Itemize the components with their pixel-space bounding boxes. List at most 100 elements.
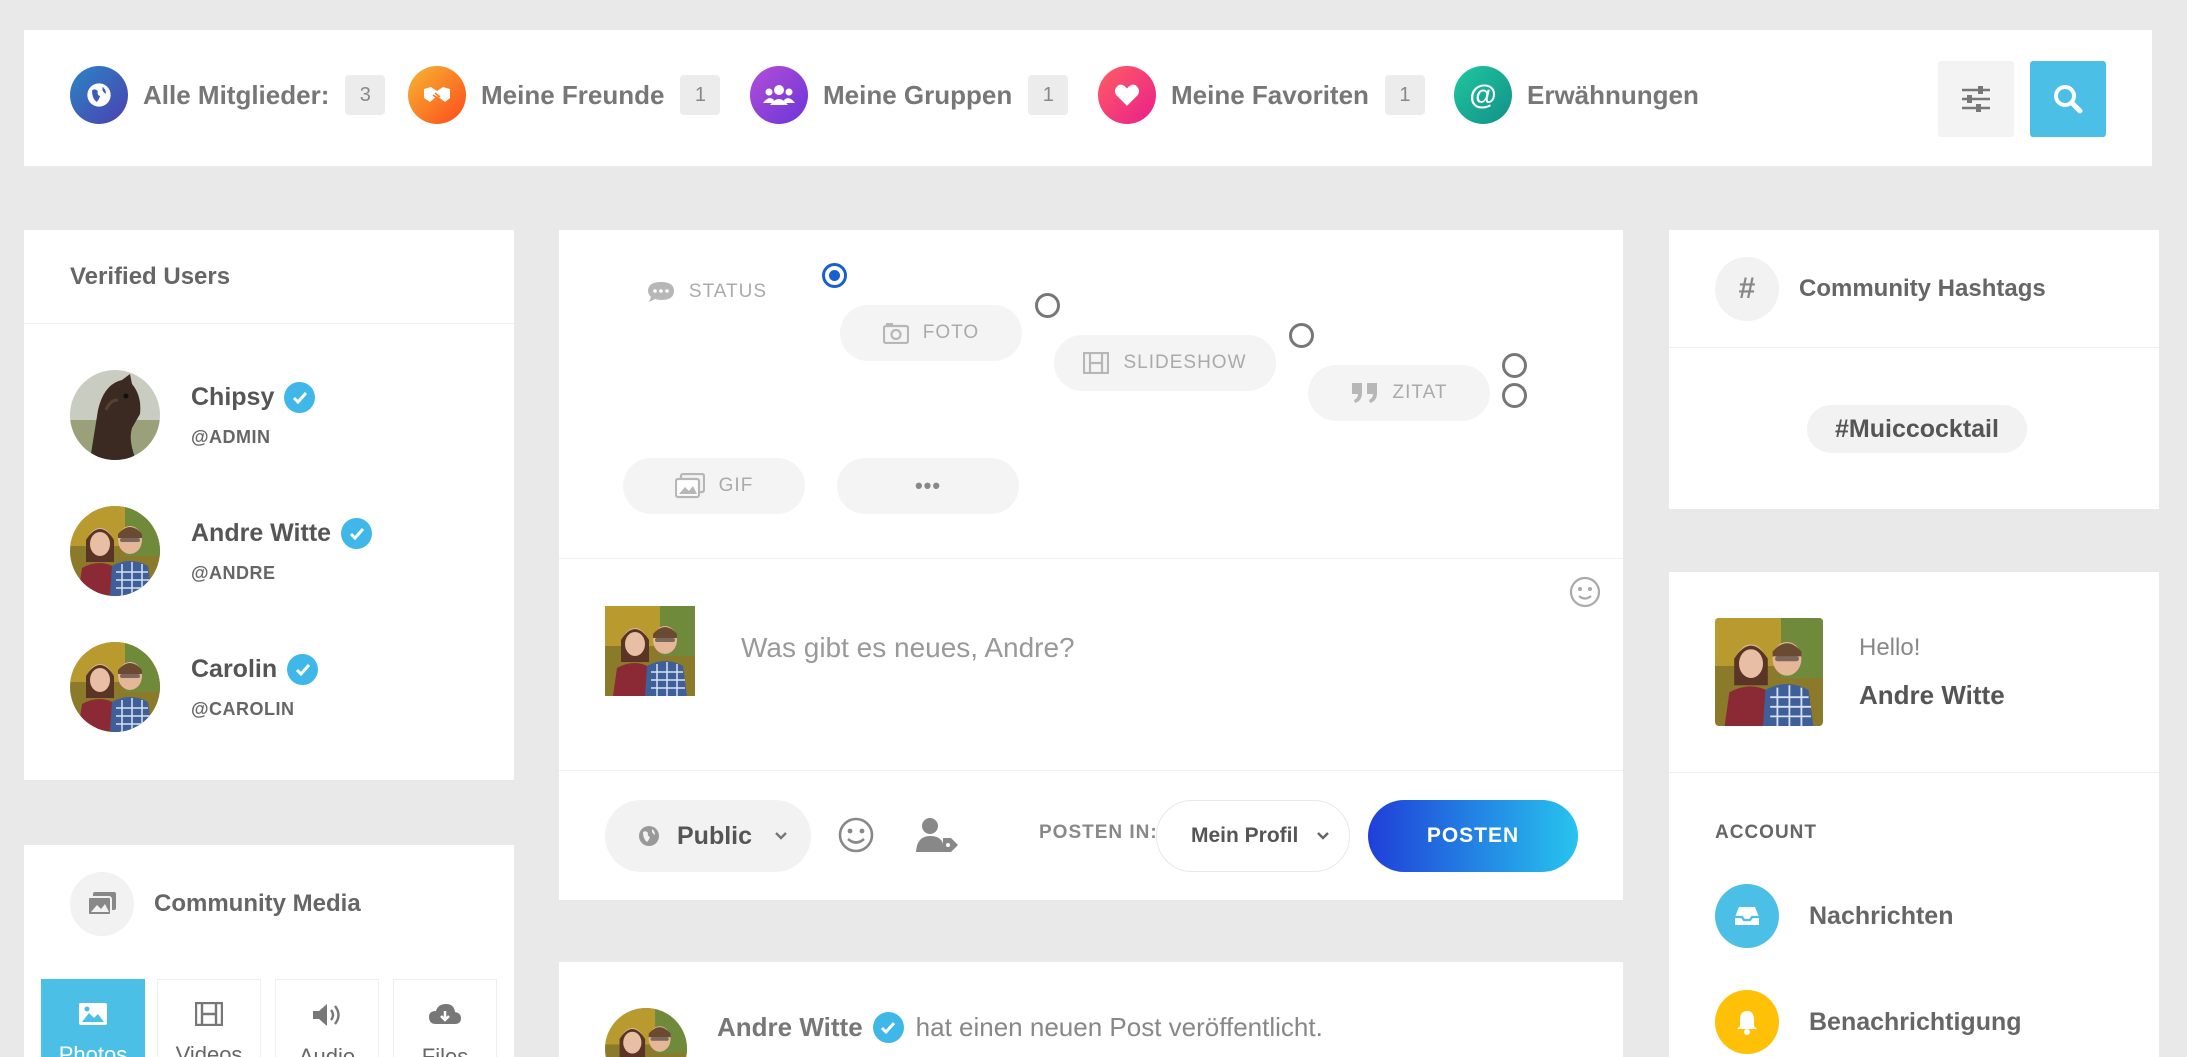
tab-videos[interactable]: Videos — [157, 979, 261, 1057]
community-hashtags-widget: # Community Hashtags #Muiccocktail — [1669, 230, 2159, 509]
verified-check-icon — [341, 518, 373, 549]
nav-label: Erwähnungen — [1527, 79, 1699, 110]
film-icon — [195, 1002, 223, 1026]
count-badge: 1 — [1384, 75, 1425, 115]
speech-bubble-icon — [647, 282, 674, 302]
widget-title: Community Media — [154, 890, 361, 917]
emoji-button[interactable] — [837, 816, 875, 859]
divider — [559, 558, 1623, 559]
heart-icon — [1098, 66, 1156, 124]
nav-label: Alle Mitglieder: — [143, 79, 330, 110]
post-submit-button[interactable]: POSTEN — [1368, 800, 1578, 872]
verified-check-icon — [287, 654, 319, 685]
radio-gif[interactable] — [1502, 383, 1527, 408]
top-navigation: Alle Mitglieder: 3 Meine Freunde 1 Meine… — [24, 30, 2152, 166]
verified-check-icon — [872, 1012, 904, 1043]
avatar[interactable] — [1715, 618, 1823, 726]
post-type-zitat[interactable]: ZITAT — [1308, 365, 1490, 421]
greeting: Hello! — [1859, 634, 1921, 661]
photo-icon — [79, 1003, 107, 1025]
nav-mentions[interactable]: @ Erwähnungen — [1454, 66, 1699, 124]
verified-user-item[interactable]: Chipsy @ADMIN — [70, 370, 316, 460]
radio-status[interactable] — [822, 263, 847, 288]
chevron-down-icon — [1317, 832, 1330, 840]
nav-label: Meine Gruppen — [823, 79, 1013, 110]
avatar[interactable] — [605, 1008, 687, 1057]
user-name[interactable]: Chipsy — [191, 383, 274, 412]
post-in-select[interactable]: Mein Profil — [1156, 800, 1350, 872]
post-type-status[interactable]: STATUS — [617, 264, 797, 320]
tab-photos[interactable]: Photos — [41, 979, 145, 1057]
hashtag-chip[interactable]: #Muiccocktail — [1807, 405, 2027, 453]
avatar[interactable] — [70, 370, 160, 460]
tag-user-button[interactable] — [915, 816, 959, 859]
post-type-more[interactable]: ••• — [837, 458, 1019, 514]
hashtag-icon: # — [1715, 256, 1779, 321]
account-name[interactable]: Andre Witte — [1859, 680, 2005, 711]
radio-foto[interactable] — [1035, 293, 1060, 318]
verified-users-widget: Verified Users Chipsy @ADMIN Andre Witte… — [24, 230, 514, 780]
section-title: ACCOUNT — [1715, 822, 1817, 843]
handshake-icon — [408, 66, 466, 124]
widget-title: Community Hashtags — [1799, 274, 2046, 302]
quote-icon — [1351, 383, 1377, 403]
post-composer: STATUS FOTO SLIDESHOW ZITAT GIF ••• Was … — [559, 230, 1623, 900]
camera-icon — [882, 323, 909, 344]
widget-title: Verified Users — [24, 230, 514, 324]
more-icon: ••• — [914, 473, 942, 498]
privacy-select[interactable]: Public — [605, 800, 811, 872]
user-name[interactable]: Andre Witte — [191, 519, 331, 548]
smile-icon — [838, 817, 874, 853]
nav-my-favorites[interactable]: Meine Favoriten 1 — [1098, 66, 1425, 124]
post-input[interactable]: Was gibt es neues, Andre? — [741, 632, 1075, 664]
divider — [1669, 772, 2159, 773]
post-author[interactable]: Andre Witte — [717, 1012, 863, 1043]
user-name[interactable]: Carolin — [191, 655, 277, 684]
emoji-icon[interactable] — [1569, 576, 1601, 613]
avatar[interactable] — [70, 642, 160, 732]
sliders-icon — [1962, 86, 1990, 112]
count-badge: 3 — [345, 75, 386, 115]
post-type-gif[interactable]: GIF — [623, 458, 805, 514]
user-tag-icon — [916, 818, 958, 852]
verified-user-item[interactable]: Andre Witte @ANDRE — [70, 506, 373, 596]
verified-user-item[interactable]: Carolin @CAROLIN — [70, 642, 319, 732]
user-handle: @ADMIN — [191, 427, 271, 447]
menu-item-notifications[interactable]: Benachrichtigung — [1715, 990, 2022, 1054]
avatar[interactable] — [70, 506, 160, 596]
speaker-icon — [313, 1004, 340, 1026]
nav-my-groups[interactable]: Meine Gruppen 1 — [750, 66, 1069, 124]
radio-slideshow[interactable] — [1289, 323, 1314, 348]
menu-item-messages[interactable]: Nachrichten — [1715, 884, 1953, 948]
post-type-slideshow[interactable]: SLIDESHOW — [1054, 335, 1276, 391]
nav-label: Meine Freunde — [481, 79, 665, 110]
globe-icon — [70, 66, 128, 124]
users-group-icon — [750, 66, 808, 124]
community-media-widget: Community Media Photos Videos Audio File… — [24, 845, 514, 1057]
count-badge: 1 — [1028, 75, 1069, 115]
avatar[interactable] — [605, 606, 695, 696]
post-action-text: hat einen neuen Post veröffentlicht. — [915, 1012, 1323, 1042]
filter-button[interactable] — [1938, 61, 2014, 137]
radio-zitat[interactable] — [1502, 353, 1527, 378]
user-handle: @CAROLIN — [191, 699, 295, 719]
nav-label: Meine Favoriten — [1171, 79, 1369, 110]
count-badge: 1 — [680, 75, 721, 115]
at-sign-icon: @ — [1454, 66, 1512, 124]
images-icon — [70, 872, 134, 936]
cloud-download-icon — [429, 1004, 461, 1024]
bell-icon — [1715, 990, 1779, 1054]
inbox-icon — [1715, 884, 1779, 948]
chevron-down-icon — [775, 832, 787, 840]
nav-all-members[interactable]: Alle Mitglieder: 3 — [70, 66, 386, 124]
search-icon — [2054, 85, 2083, 114]
account-widget: Hello! Andre Witte ACCOUNT Nachrichten B… — [1669, 572, 2159, 1057]
tab-audio[interactable]: Audio — [275, 979, 379, 1057]
film-icon — [1083, 352, 1110, 374]
tab-files[interactable]: Files — [393, 979, 497, 1057]
post-type-foto[interactable]: FOTO — [840, 305, 1022, 361]
divider — [559, 770, 1623, 771]
verified-check-icon — [284, 382, 316, 413]
search-button[interactable] — [2030, 61, 2106, 137]
nav-my-friends[interactable]: Meine Freunde 1 — [408, 66, 721, 124]
